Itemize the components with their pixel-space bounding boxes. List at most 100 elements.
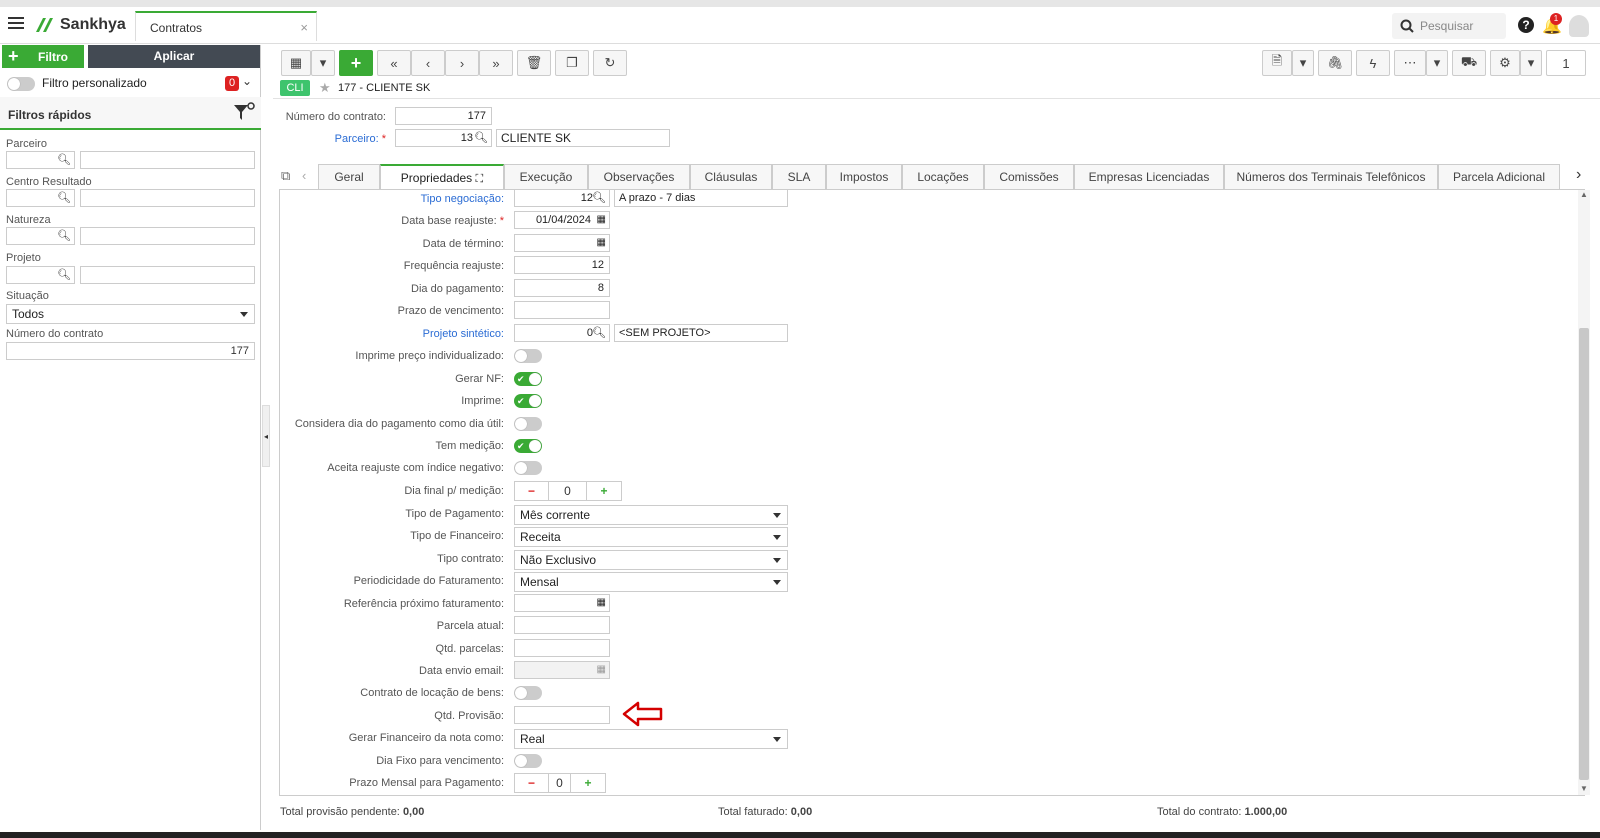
qtd-provisao-field[interactable] [514,706,610,724]
tipo-contrato-select[interactable]: Não Exclusivo [514,550,788,570]
dia-pagamento-field[interactable]: 8 [514,279,610,297]
avatar[interactable] [1569,15,1589,37]
periodicidade-select[interactable]: Mensal [514,572,788,592]
situacao-select[interactable]: Todos [6,304,255,324]
close-tab-icon[interactable]: × [300,20,308,35]
dia-final-value[interactable]: 0 [549,482,587,500]
menu-icon[interactable] [8,17,24,32]
apply-button[interactable]: Aplicar [88,45,260,68]
aceita-reajuste-toggle[interactable] [514,461,542,475]
prazo-mensal-stepper[interactable]: − 0 + [514,773,606,793]
tipo-financeiro-select[interactable]: Receita [514,527,788,547]
filter-settings-icon[interactable] [232,101,256,123]
projeto-sintetico-code-field[interactable]: 0 🔍︎ [514,324,610,342]
prazo-vencimento-field[interactable] [514,301,610,319]
numero-contrato-field[interactable]: 177 [395,107,492,125]
chevron-right-icon[interactable]: › [1576,166,1581,184]
prazo-mensal-value[interactable]: 0 [549,774,571,792]
attachment-icon[interactable]: 🖇︎ [1318,50,1352,76]
document-icon[interactable]: 🗎 [1262,50,1292,76]
calendar-icon[interactable]: ▦ [597,235,606,251]
scroll-down-icon[interactable]: ▼ [1580,784,1588,793]
increment-button[interactable]: + [571,774,605,792]
trash-icon[interactable]: 🗑︎ [517,50,551,76]
bus-icon[interactable]: ⛟ [1452,50,1486,76]
tab-comissoes[interactable]: Comissões [984,164,1074,189]
frequencia-field[interactable]: 12 [514,256,610,274]
grid-view-icon[interactable]: ▦ [281,50,311,76]
search-icon[interactable]: 🔍︎ [592,190,606,206]
search-icon[interactable]: 🔍︎ [592,325,606,341]
tab-sla[interactable]: SLA [772,164,826,189]
last-record-icon[interactable]: » [479,50,513,76]
more-options-icon[interactable]: ⋯ [1394,50,1426,76]
search-input[interactable]: Pesquisar [1392,13,1506,39]
calendar-icon[interactable]: ▦ [597,595,606,611]
first-record-icon[interactable]: « [377,50,411,76]
refresh-icon[interactable]: ↻ [593,50,627,76]
chevron-down-icon[interactable]: ▾ [1520,50,1542,76]
lightning-icon[interactable]: ϟ [1356,50,1390,76]
data-base-field[interactable]: 01/04/2024 ▦ [514,211,610,229]
search-icon[interactable]: 🔍︎ [57,268,71,281]
tipo-negociacao-code-field[interactable]: 12 🔍︎ [514,189,610,207]
collapse-panel-handle[interactable]: ◂ [262,405,270,467]
tipo-pagamento-select[interactable]: Mês corrente [514,505,788,525]
chevron-down-icon[interactable]: ▾ [1426,50,1448,76]
parceiro-code-field[interactable]: 13 🔍︎ [395,129,492,147]
tab-numeros-terminais[interactable]: Números dos Terminais Telefônicos [1224,164,1438,189]
parceiro-name-input[interactable] [80,151,255,169]
imprime-toggle[interactable] [514,394,542,408]
tab-impostos[interactable]: Impostos [826,164,902,189]
next-record-icon[interactable]: › [445,50,479,76]
search-icon[interactable]: 🔍︎ [57,229,71,242]
filter-button[interactable]: + Filtro [2,45,84,68]
tab-propriedades[interactable]: Propriedades ⛶ [380,164,504,190]
projeto-code-input[interactable]: 🔍︎ [6,266,75,284]
chevron-down-icon[interactable]: ▾ [1292,50,1314,76]
chevron-left-icon[interactable]: ‹ [302,168,306,183]
help-icon[interactable]: ? [1518,17,1534,33]
parceiro-code-input[interactable]: 🔍︎ [6,151,75,169]
page-number-input[interactable]: 1 [1546,50,1586,76]
considera-dia-toggle[interactable] [514,417,542,431]
scrollbar-thumb[interactable] [1579,328,1589,780]
copy-icon[interactable]: ⧉ [281,168,290,184]
star-icon[interactable]: ★ [319,80,331,96]
expand-icon[interactable]: ⛶ [476,173,484,185]
tab-locacoes[interactable]: Locações [902,164,984,189]
tab-clausulas[interactable]: Cláusulas [690,164,772,189]
natureza-code-input[interactable]: 🔍︎ [6,227,75,245]
chevron-down-icon[interactable]: ▾ [311,50,335,76]
tab-empresas-licenciadas[interactable]: Empresas Licenciadas [1074,164,1224,189]
search-icon[interactable]: 🔍︎ [57,191,71,204]
custom-filter-toggle[interactable] [7,77,35,91]
tab-contratos[interactable]: Contratos × [135,11,317,41]
decrement-button[interactable]: − [515,774,549,792]
gear-icon[interactable]: ⚙ [1490,50,1520,76]
data-termino-field[interactable]: ▦ [514,234,610,252]
dia-fixo-toggle[interactable] [514,754,542,768]
parcela-atual-field[interactable] [514,616,610,634]
projeto-name-input[interactable] [80,266,255,284]
increment-button[interactable]: + [587,482,621,500]
tab-geral[interactable]: Geral [318,164,380,189]
calendar-icon[interactable]: ▦ [597,212,606,228]
copy-icon[interactable]: ❐ [555,50,589,76]
natureza-name-input[interactable] [80,227,255,245]
search-icon[interactable]: 🔍︎ [474,130,488,146]
previous-record-icon[interactable]: ‹ [411,50,445,76]
add-button[interactable]: + [339,50,373,76]
tab-execucao[interactable]: Execução [504,164,588,189]
chevron-down-icon[interactable]: ⌄ [242,74,252,88]
decrement-button[interactable]: − [515,482,549,500]
gerar-financeiro-select[interactable]: Real [514,729,788,749]
tab-observacoes[interactable]: Observações [588,164,690,189]
centro-name-input[interactable] [80,189,255,207]
tab-parcela-adicional[interactable]: Parcela Adicional [1438,164,1560,189]
numero-contrato-filter-input[interactable]: 177 [6,342,255,360]
qtd-parcelas-field[interactable] [514,639,610,657]
imprime-preco-toggle[interactable] [514,349,542,363]
tem-medicao-toggle[interactable] [514,439,542,453]
centro-code-input[interactable]: 🔍︎ [6,189,75,207]
